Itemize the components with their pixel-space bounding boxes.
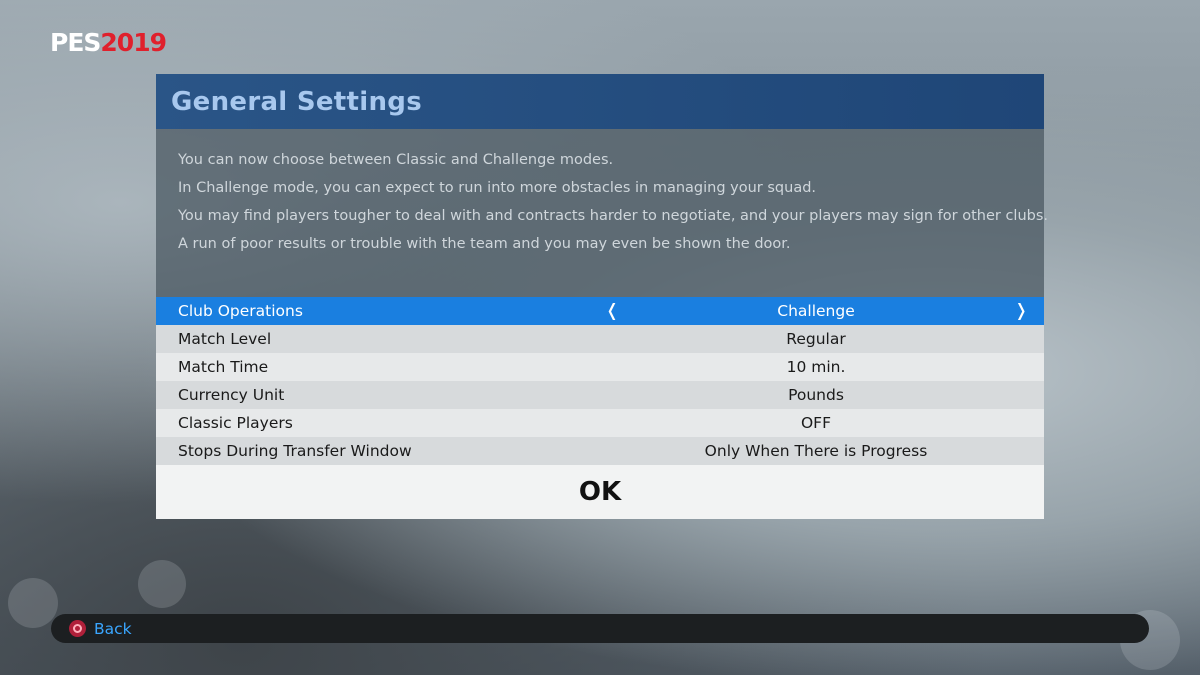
setting-row-match-level[interactable]: Match Level Regular [156,325,1044,353]
setting-label: Club Operations [178,302,303,320]
logo-pes: PES [50,28,101,57]
setting-label: Match Time [178,358,269,376]
panel-header: General Settings [156,74,1044,129]
right-arrow-icon[interactable]: ❭ [1014,301,1028,321]
setting-label: Classic Players [178,414,293,432]
setting-value: Only When There is Progress [704,442,928,460]
setting-row-classic-players[interactable]: Classic Players OFF [156,409,1044,437]
setting-value: OFF [800,414,832,432]
description-line: You can now choose between Classic and C… [178,152,614,168]
setting-value: 10 min. [786,358,846,376]
general-settings-panel: General Settings You can now choose betw… [156,74,1049,519]
description-line: A run of poor results or trouble with th… [178,236,791,252]
logo-year: 2019 [100,28,167,57]
description-line: You may find players tougher to deal wit… [178,208,1049,224]
bokeh-light [8,578,58,628]
pes-2019-logo: PES2019 [50,28,167,57]
bokeh-light [138,560,186,608]
ok-button[interactable]: OK [156,465,1044,519]
setting-label: Match Level [178,330,272,348]
setting-row-match-time[interactable]: Match Time 10 min. [156,353,1044,381]
bottom-button-guide-bar: Back [51,614,1149,643]
description-line: In Challenge mode, you can expect to run… [178,180,817,196]
setting-value: Regular [786,330,846,348]
setting-row-stops-during-transfer-window[interactable]: Stops During Transfer Window Only When T… [156,437,1044,465]
setting-value: Challenge [777,302,855,320]
setting-label: Stops During Transfer Window [178,442,412,460]
setting-label: Currency Unit [178,386,285,404]
circle-button-icon [69,620,86,637]
setting-row-club-operations[interactable]: Club Operations ❬ Challenge ❭ [156,297,1044,325]
setting-row-currency-unit[interactable]: Currency Unit Pounds [156,381,1044,409]
page-title: General Settings [171,86,422,117]
setting-value: Pounds [788,386,844,404]
description-box: You can now choose between Classic and C… [156,129,1049,297]
settings-list: Club Operations ❬ Challenge ❭ Match Leve… [156,297,1044,465]
ok-label: OK [578,477,622,507]
back-button[interactable]: Back [94,620,132,638]
